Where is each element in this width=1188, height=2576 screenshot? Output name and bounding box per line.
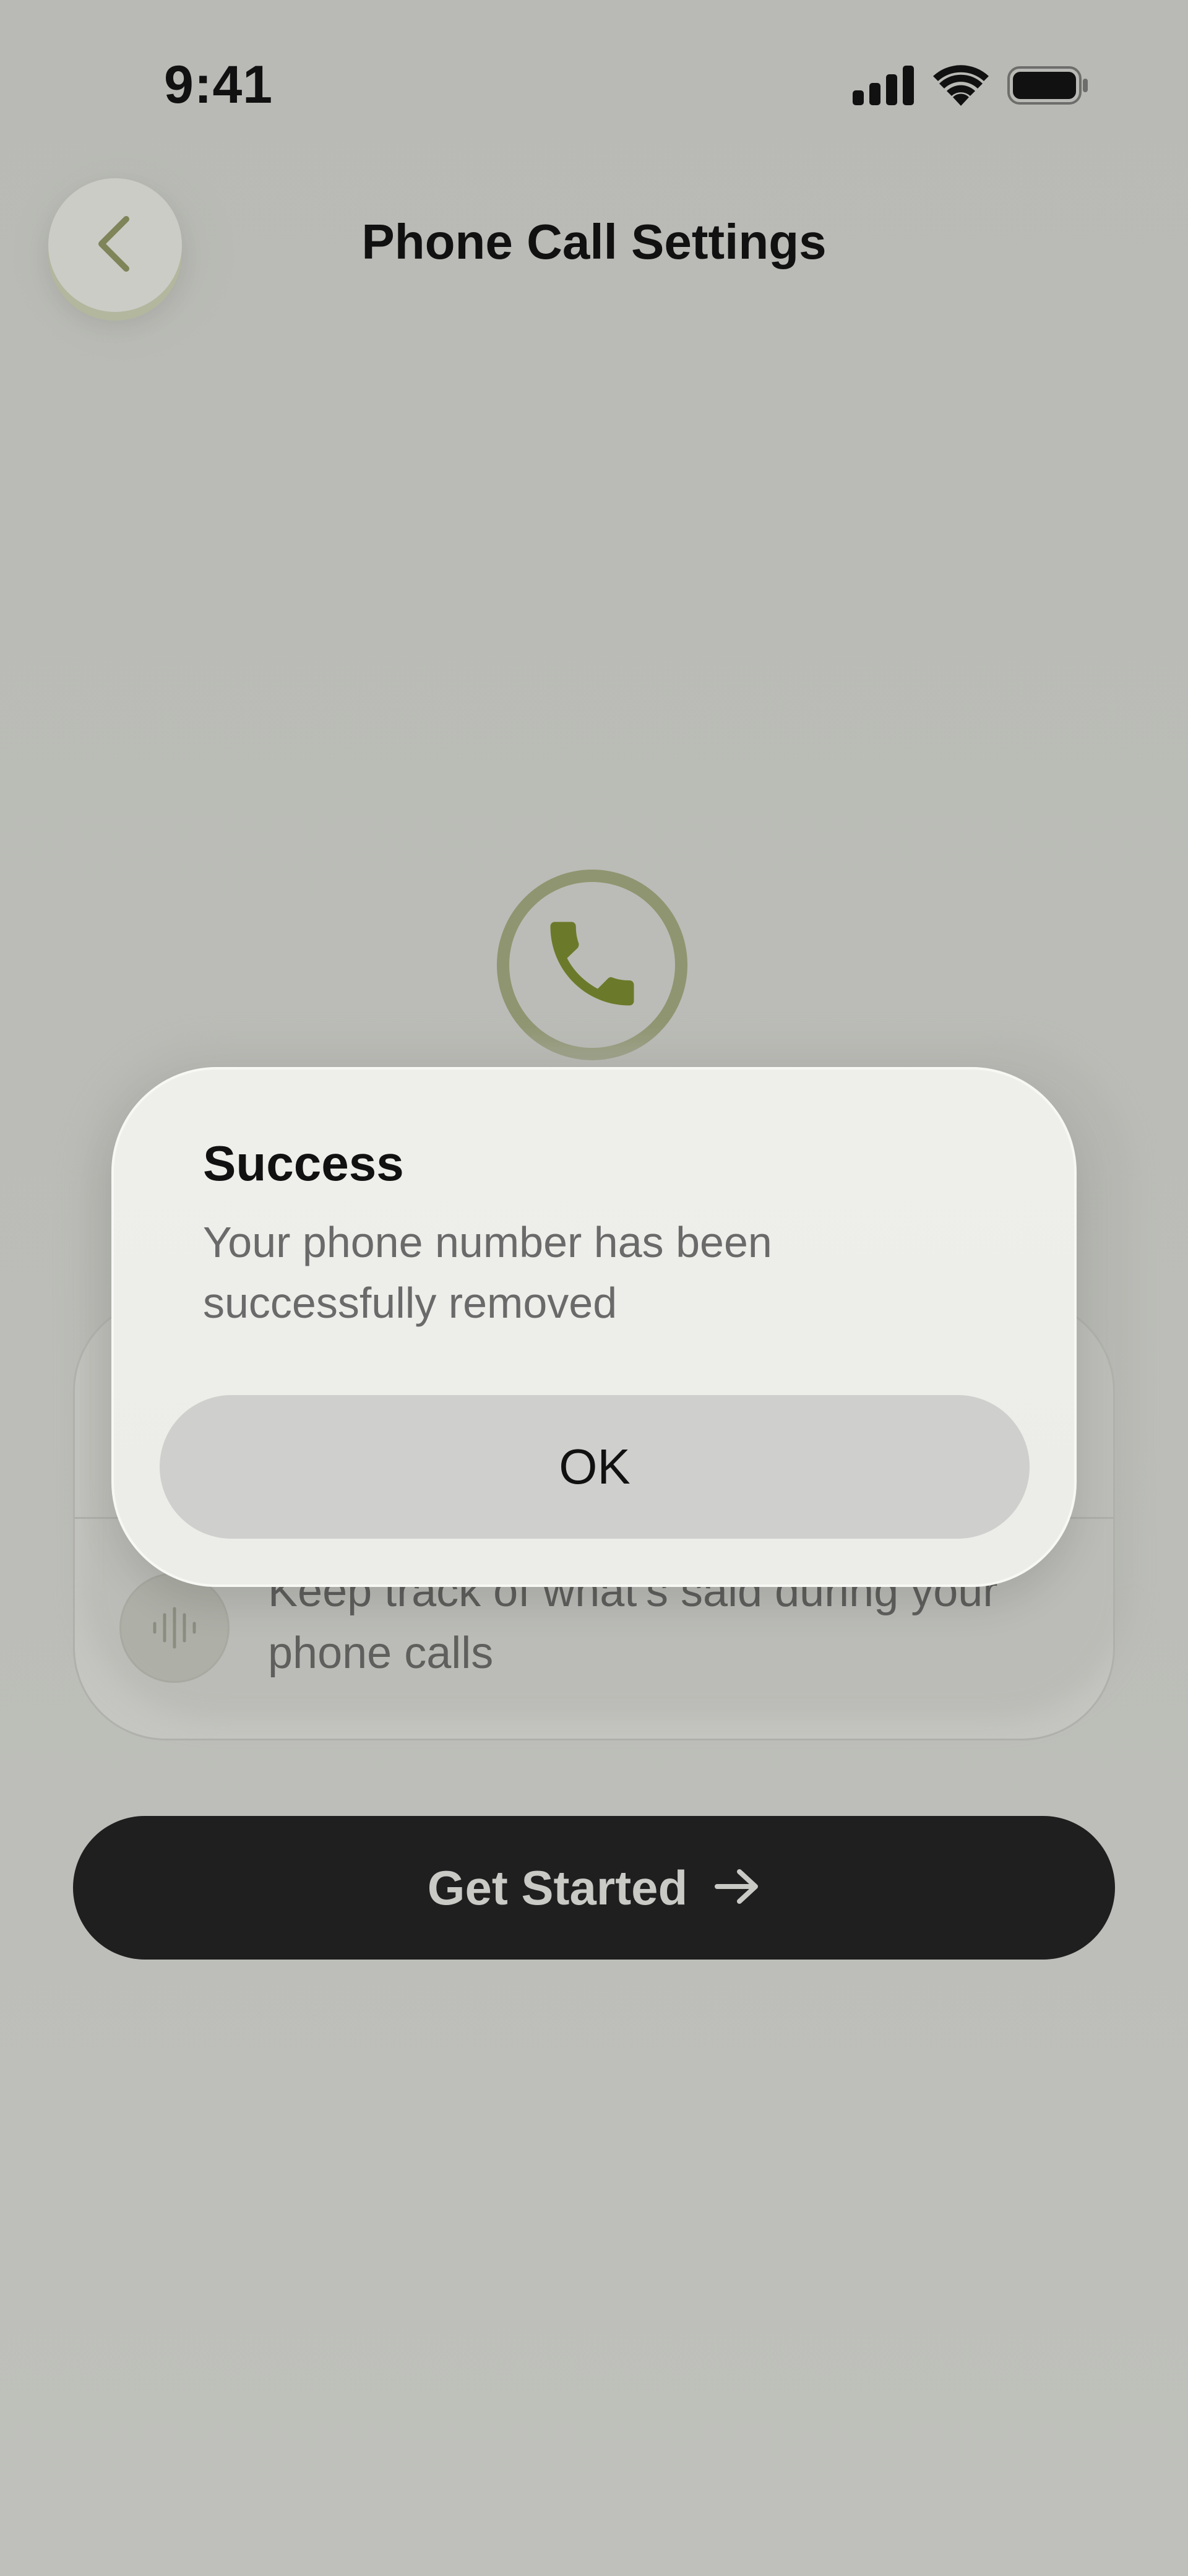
phone-icon [536, 908, 648, 1022]
get-started-label: Get Started [427, 1860, 688, 1915]
success-dialog: Success Your phone number has been succe… [111, 1067, 1077, 1587]
page-title: Phone Call Settings [361, 214, 827, 269]
wifi-icon [933, 65, 989, 109]
phone-icon-ring [497, 870, 687, 1060]
dialog-message: Your phone number has been successfully … [203, 1218, 772, 1327]
ok-button[interactable]: OK [160, 1395, 1030, 1539]
cellular-signal-icon [853, 66, 915, 108]
dialog-title: Success [203, 1136, 404, 1191]
status-bar: 9:41 [0, 0, 1188, 179]
battery-icon [1007, 66, 1089, 108]
screen: 9:41 Phone Call Settings Keep track of w… [0, 0, 1188, 2576]
status-time: 9:41 [164, 55, 273, 115]
arrow-right-icon [713, 1868, 760, 1908]
get-started-button[interactable]: Get Started [73, 1816, 1115, 1960]
ok-label: OK [559, 1439, 631, 1494]
status-icons [853, 65, 1089, 109]
